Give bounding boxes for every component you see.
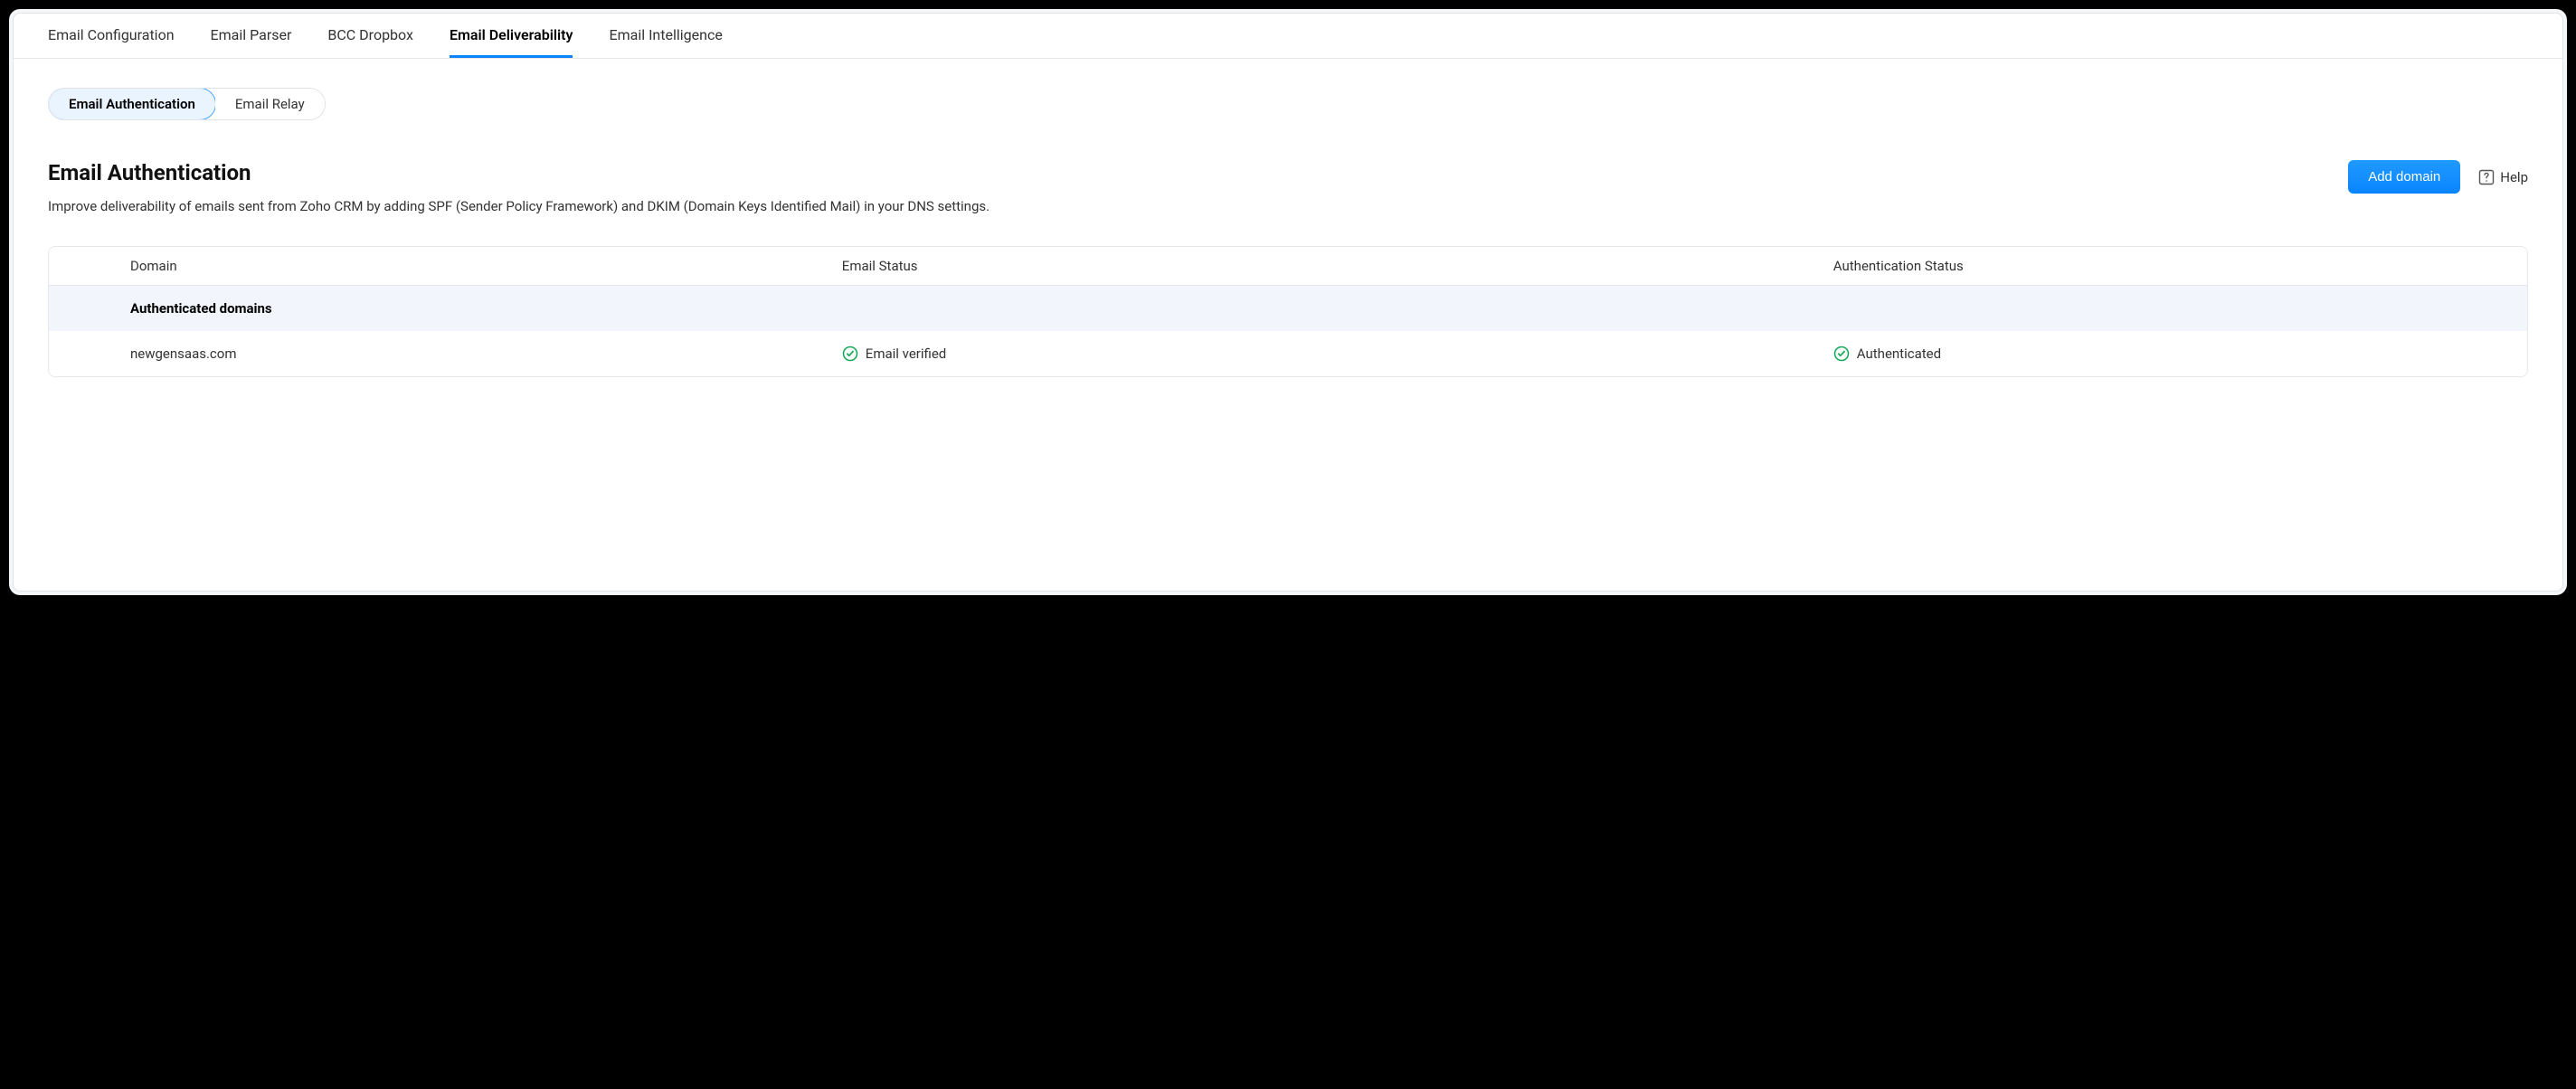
page-description: Improve deliverability of emails sent fr… bbox=[48, 196, 2348, 217]
column-header-auth-status: Authentication Status bbox=[1833, 258, 2527, 274]
group-header-authenticated: Authenticated domains bbox=[49, 286, 2527, 331]
page-title: Email Authentication bbox=[48, 160, 2348, 185]
help-link[interactable]: Help bbox=[2478, 169, 2528, 185]
app-frame: Email Configuration Email Parser BCC Dro… bbox=[9, 9, 2567, 595]
tab-email-deliverability[interactable]: Email Deliverability bbox=[450, 14, 573, 58]
cell-auth-status: Authenticated bbox=[1833, 346, 2527, 362]
email-status-text: Email verified bbox=[866, 346, 946, 362]
tab-bcc-dropbox[interactable]: BCC Dropbox bbox=[327, 14, 413, 58]
top-tabs: Email Configuration Email Parser BCC Dro… bbox=[14, 14, 2562, 59]
sub-tab-email-authentication[interactable]: Email Authentication bbox=[48, 88, 216, 120]
auth-status-text: Authenticated bbox=[1857, 346, 1941, 362]
table-row[interactable]: newgensaas.com Email verified bbox=[49, 331, 2527, 376]
section-header: Email Authentication Improve deliverabil… bbox=[48, 160, 2528, 217]
group-header-label: Authenticated domains bbox=[49, 300, 842, 317]
sub-tab-email-relay[interactable]: Email Relay bbox=[215, 89, 325, 119]
domains-table: Domain Email Status Authentication Statu… bbox=[48, 246, 2528, 377]
check-circle-icon bbox=[842, 346, 858, 362]
cell-domain: newgensaas.com bbox=[49, 346, 842, 362]
help-label: Help bbox=[2500, 169, 2528, 185]
content-area: Email Authentication Email Relay Email A… bbox=[14, 59, 2562, 406]
cell-email-status: Email verified bbox=[842, 346, 1833, 362]
help-icon bbox=[2478, 169, 2495, 185]
header-actions: Add domain Help bbox=[2348, 160, 2528, 194]
column-header-domain: Domain bbox=[49, 258, 842, 274]
tab-email-intelligence[interactable]: Email Intelligence bbox=[609, 14, 722, 58]
main-panel: Email Configuration Email Parser BCC Dro… bbox=[13, 13, 2563, 592]
check-circle-icon bbox=[1833, 346, 1850, 362]
add-domain-button[interactable]: Add domain bbox=[2348, 160, 2460, 194]
tab-email-parser[interactable]: Email Parser bbox=[211, 14, 292, 58]
sub-tab-group: Email Authentication Email Relay bbox=[48, 88, 326, 120]
section-title-block: Email Authentication Improve deliverabil… bbox=[48, 160, 2348, 217]
column-header-email-status: Email Status bbox=[842, 258, 1833, 274]
table-header-row: Domain Email Status Authentication Statu… bbox=[49, 247, 2527, 286]
tab-email-configuration[interactable]: Email Configuration bbox=[48, 14, 175, 58]
